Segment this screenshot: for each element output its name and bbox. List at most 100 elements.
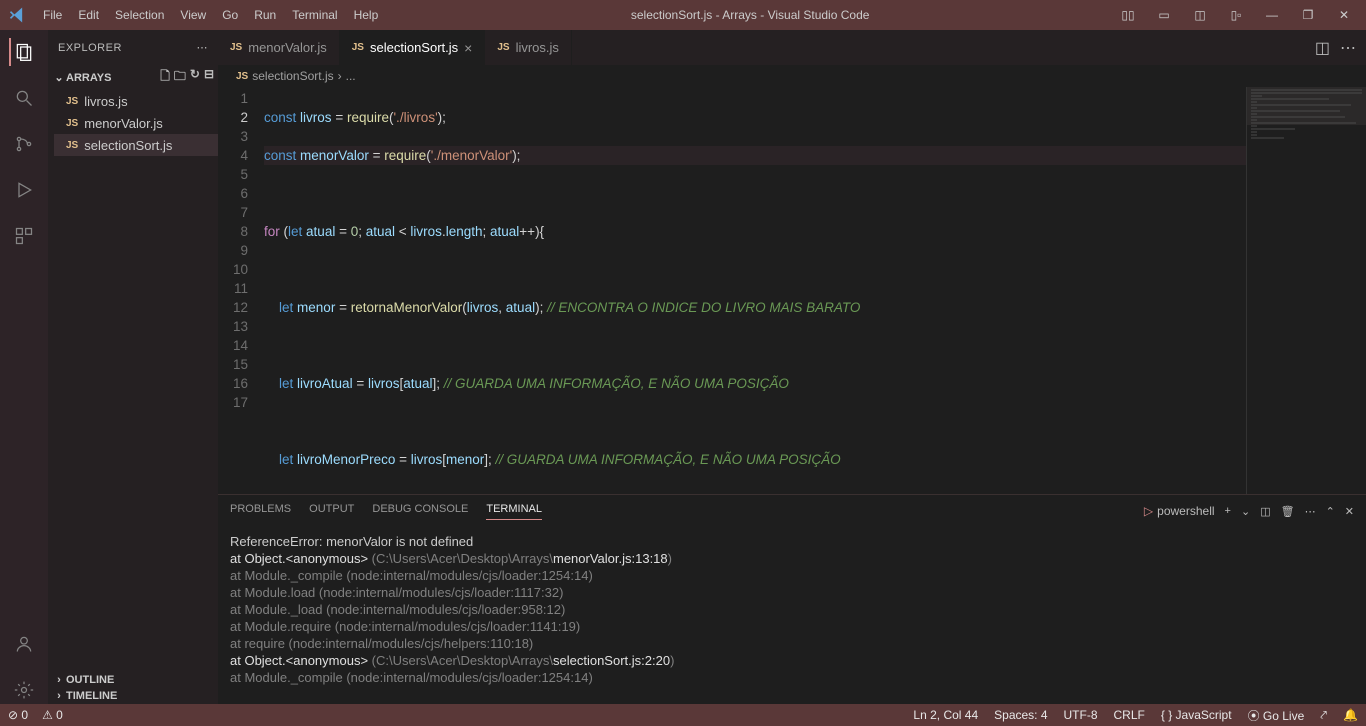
js-file-icon: JS — [497, 42, 509, 53]
status-bar: ⊘ 0 ⚠ 0 Ln 2, Col 44 Spaces: 4 UTF-8 CRL… — [0, 704, 1366, 726]
terminal-line: at Object.<anonymous> (C:\Users\Acer\Des… — [230, 550, 1354, 567]
status-bell-icon[interactable]: 🔔 — [1343, 708, 1358, 722]
panel-tab-problems[interactable]: PROBLEMS — [230, 503, 291, 519]
panel-tab-output[interactable]: OUTPUT — [309, 503, 354, 519]
menu-help[interactable]: Help — [346, 8, 387, 22]
status-golive[interactable]: ⦿ Go Live — [1248, 707, 1305, 724]
split-editor-icon[interactable]: ◫ — [1315, 38, 1330, 58]
window-close-icon[interactable]: ✕ — [1330, 8, 1358, 22]
tab-livros[interactable]: JS livros.js — [485, 30, 572, 65]
minimap[interactable] — [1246, 87, 1366, 494]
panel-tab-debugconsole[interactable]: DEBUG CONSOLE — [372, 503, 468, 519]
kill-terminal-icon[interactable]: 🗑 — [1281, 505, 1295, 518]
folder-name: ARRAYS — [66, 72, 111, 84]
menu-file[interactable]: File — [35, 8, 70, 22]
code-content[interactable]: const livros = require('./livros'); cons… — [264, 87, 1246, 494]
source-control-icon[interactable] — [10, 130, 38, 158]
layout-sidebar-icon[interactable]: ◫ — [1186, 8, 1214, 22]
window-maximize-icon[interactable]: ❐ — [1294, 8, 1322, 22]
terminal-dropdown-icon[interactable]: ⌄ — [1241, 505, 1250, 518]
menu-terminal[interactable]: Terminal — [284, 8, 345, 22]
js-file-icon: JS — [352, 42, 364, 53]
new-folder-icon[interactable]: 🗀 — [174, 67, 186, 88]
terminal-output[interactable]: ReferenceError: menorValor is not define… — [218, 527, 1366, 704]
editor-body[interactable]: 1234567891011121314151617 const livros =… — [218, 87, 1366, 494]
editor-area: JSmenorValor.js JS selectionSort.js × JS li… — [218, 30, 1366, 704]
layout-panel-icon[interactable]: ▭ — [1150, 8, 1178, 22]
menu-selection[interactable]: Selection — [107, 8, 172, 22]
status-feedback-icon[interactable]: ⤤ — [1320, 708, 1327, 723]
js-file-icon: JS — [66, 140, 78, 151]
window-title: selectionSort.js - Arrays - Visual Studi… — [386, 8, 1114, 22]
new-file-icon[interactable]: 🗋 — [160, 67, 170, 88]
menu-go[interactable]: Go — [214, 8, 246, 22]
file-row[interactable]: JS selectionSort.js — [54, 134, 218, 156]
status-spaces[interactable]: Spaces: 4 — [994, 708, 1047, 722]
menu-run[interactable]: Run — [246, 8, 284, 22]
breadcrumb-sep: › — [338, 69, 342, 83]
explorer-icon[interactable] — [9, 38, 37, 66]
status-language[interactable]: { } JavaScript — [1161, 708, 1232, 722]
timeline-section[interactable]: ›TIMELINE — [48, 688, 218, 704]
layout-toggle-icon[interactable]: ▯▯ — [1114, 8, 1142, 22]
shell-name: powershell — [1157, 504, 1214, 518]
vscode-logo-icon — [0, 5, 35, 25]
status-eol[interactable]: CRLF — [1114, 708, 1145, 722]
outline-section[interactable]: ›OUTLINE — [48, 672, 218, 688]
file-row[interactable]: JSmenorValor.js — [54, 112, 218, 134]
js-file-icon: JS — [66, 96, 78, 107]
tab-selectionsort[interactable]: JS selectionSort.js × — [340, 30, 486, 65]
layout-customize-icon[interactable]: ▯▫ — [1222, 8, 1250, 22]
accounts-icon[interactable] — [10, 630, 38, 658]
breadcrumb[interactable]: JS selectionSort.js › ... — [218, 65, 1366, 87]
status-linecol[interactable]: Ln 2, Col 44 — [913, 708, 978, 722]
tab-label: menorValor.js — [248, 40, 327, 55]
sidebar: EXPLORER ⋯ ⌄ ARRAYS 🗋 🗀 ↻ ⊟ JSlivros.js … — [48, 30, 218, 704]
settings-gear-icon[interactable] — [10, 676, 38, 704]
breadcrumb-file: selectionSort.js — [252, 69, 333, 83]
menu-edit[interactable]: Edit — [70, 8, 107, 22]
folder-section[interactable]: ⌄ ARRAYS 🗋 🗀 ↻ ⊟ — [48, 65, 218, 90]
search-icon[interactable] — [10, 84, 38, 112]
window-minimize-icon[interactable]: — — [1258, 8, 1286, 22]
breadcrumb-rest: ... — [346, 69, 356, 83]
status-errors[interactable]: ⊘ 0 — [8, 708, 28, 722]
sidebar-title: EXPLORER ⋯ — [48, 30, 218, 65]
run-debug-icon[interactable] — [10, 176, 38, 204]
sidebar-more-icon[interactable]: ⋯ — [197, 41, 209, 54]
tab-label: livros.js — [516, 40, 559, 55]
menu-bar: File Edit Selection View Go Run Terminal… — [35, 8, 386, 22]
chevron-right-icon: › — [52, 690, 66, 702]
file-list: JSlivros.js JSmenorValor.js JS selectionS… — [48, 90, 218, 156]
file-row[interactable]: JSlivros.js — [54, 90, 218, 112]
editor-tabs: JSmenorValor.js JS selectionSort.js × JS li… — [218, 30, 1366, 65]
file-name: selectionSort.js — [84, 138, 172, 153]
tab-label: selectionSort.js — [370, 40, 458, 55]
new-terminal-icon[interactable]: + — [1225, 505, 1231, 517]
editor-more-icon[interactable]: ⋯ — [1340, 38, 1356, 58]
terminal-line: at Object.<anonymous> (C:\Users\Acer\Des… — [230, 652, 1354, 669]
terminal-line: at require (node:internal/modules/cjs/he… — [230, 635, 1354, 652]
tab-menorvalor[interactable]: JSmenorValor.js — [218, 30, 340, 65]
terminal-line: at Module._load (node:internal/modules/c… — [230, 601, 1354, 618]
terminal-shell-selector[interactable]: ▷powershell — [1144, 504, 1215, 518]
line-gutter: 1234567891011121314151617 — [218, 87, 264, 494]
maximize-panel-icon[interactable]: ⌃ — [1326, 505, 1335, 518]
js-file-icon: JS — [66, 118, 78, 129]
status-warnings[interactable]: ⚠ 0 — [42, 708, 63, 722]
collapse-icon[interactable]: ⊟ — [204, 67, 214, 88]
panel-tabs: PROBLEMS OUTPUT DEBUG CONSOLE TERMINAL ▷… — [218, 495, 1366, 527]
close-tab-icon[interactable]: × — [464, 40, 472, 56]
status-encoding[interactable]: UTF-8 — [1064, 708, 1098, 722]
title-bar: File Edit Selection View Go Run Terminal… — [0, 0, 1366, 30]
extensions-icon[interactable] — [10, 222, 38, 250]
panel-more-icon[interactable]: ⋯ — [1305, 505, 1316, 518]
panel-tab-terminal[interactable]: TERMINAL — [486, 503, 542, 520]
refresh-icon[interactable]: ↻ — [190, 67, 200, 88]
activity-bar — [0, 30, 48, 704]
close-panel-icon[interactable]: ✕ — [1345, 505, 1354, 518]
terminal-line: at Module._compile (node:internal/module… — [230, 567, 1354, 584]
menu-view[interactable]: View — [172, 8, 214, 22]
terminal-line: at Module._compile (node:internal/module… — [230, 669, 1354, 686]
split-terminal-icon[interactable]: ◫ — [1260, 505, 1270, 518]
